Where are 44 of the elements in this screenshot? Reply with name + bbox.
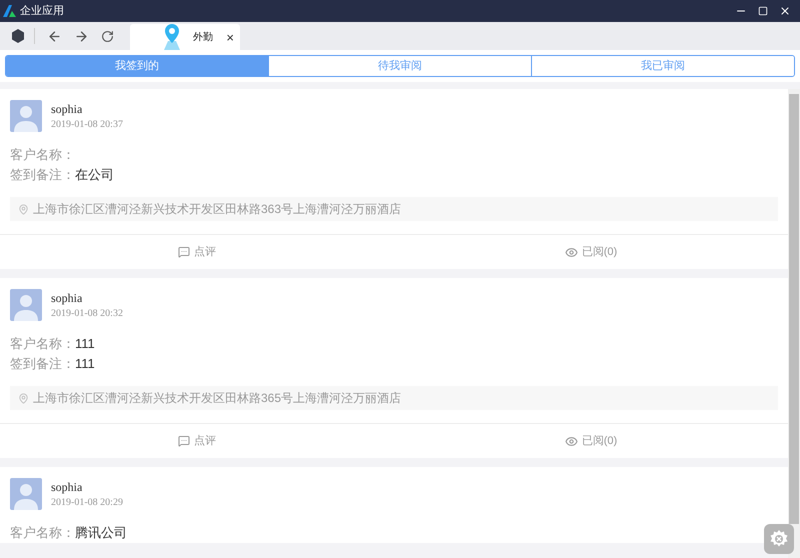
logo-icon bbox=[3, 5, 17, 17]
location-pin-icon bbox=[18, 204, 29, 214]
comment-icon bbox=[178, 435, 190, 447]
close-icon[interactable] bbox=[779, 5, 791, 17]
checkin-time: 2019-01-08 20:29 bbox=[51, 496, 123, 510]
field-value: 111 bbox=[75, 335, 95, 353]
field-value: 在公司 bbox=[75, 166, 114, 184]
action-button[interactable]: 已阅(0) bbox=[394, 235, 788, 269]
user-name: sophia bbox=[51, 290, 84, 306]
field-label: 签到备注： bbox=[10, 166, 75, 184]
segment-tab[interactable]: 我已审阅 bbox=[531, 56, 794, 76]
maximize-icon[interactable] bbox=[758, 6, 768, 16]
gear-icon bbox=[769, 529, 789, 549]
field-value: 111 bbox=[75, 355, 95, 373]
field-label: 客户名称： bbox=[10, 146, 75, 164]
action-button[interactable]: 已阅(0) bbox=[394, 424, 788, 458]
eye-icon bbox=[564, 246, 578, 258]
cube-icon[interactable] bbox=[10, 28, 26, 44]
back-button[interactable] bbox=[47, 28, 62, 44]
forward-button[interactable] bbox=[74, 28, 89, 44]
segment-tab[interactable]: 我签到的 bbox=[6, 56, 268, 76]
window-title: 企业应用 bbox=[20, 4, 64, 19]
checkin-time: 2019-01-08 20:32 bbox=[51, 307, 123, 321]
action-button[interactable]: 点评 bbox=[0, 424, 394, 458]
location-pin-icon bbox=[18, 392, 29, 404]
eye-icon bbox=[564, 434, 578, 448]
field-label: 客户名称： bbox=[10, 335, 75, 353]
avatar-silhouette-icon bbox=[10, 289, 42, 321]
field-label: 客户名称： bbox=[10, 524, 75, 542]
avatar-silhouette-icon bbox=[10, 478, 42, 510]
field-value: 腾讯公司 bbox=[75, 524, 127, 542]
tab-title: 外勤 bbox=[193, 30, 213, 44]
browser-tab[interactable]: 外勤 × bbox=[130, 24, 240, 50]
avatar-silhouette-icon bbox=[10, 100, 42, 132]
reload-button[interactable] bbox=[101, 30, 114, 42]
comment-icon bbox=[178, 246, 190, 258]
user-name: sophia bbox=[51, 479, 84, 495]
field-label: 签到备注： bbox=[10, 355, 75, 373]
address-text: 上海市徐汇区漕河泾新兴技术开发区田林路363号上海漕河泾万丽酒店 bbox=[33, 201, 402, 218]
action-button[interactable]: 点评 bbox=[0, 235, 394, 269]
address-text: 上海市徐汇区漕河泾新兴技术开发区田林路365号上海漕河泾万丽酒店 bbox=[33, 390, 402, 407]
checkin-time: 2019-01-08 20:37 bbox=[51, 118, 123, 132]
user-name: sophia bbox=[51, 101, 84, 117]
tab-close-button[interactable]: × bbox=[226, 30, 234, 44]
